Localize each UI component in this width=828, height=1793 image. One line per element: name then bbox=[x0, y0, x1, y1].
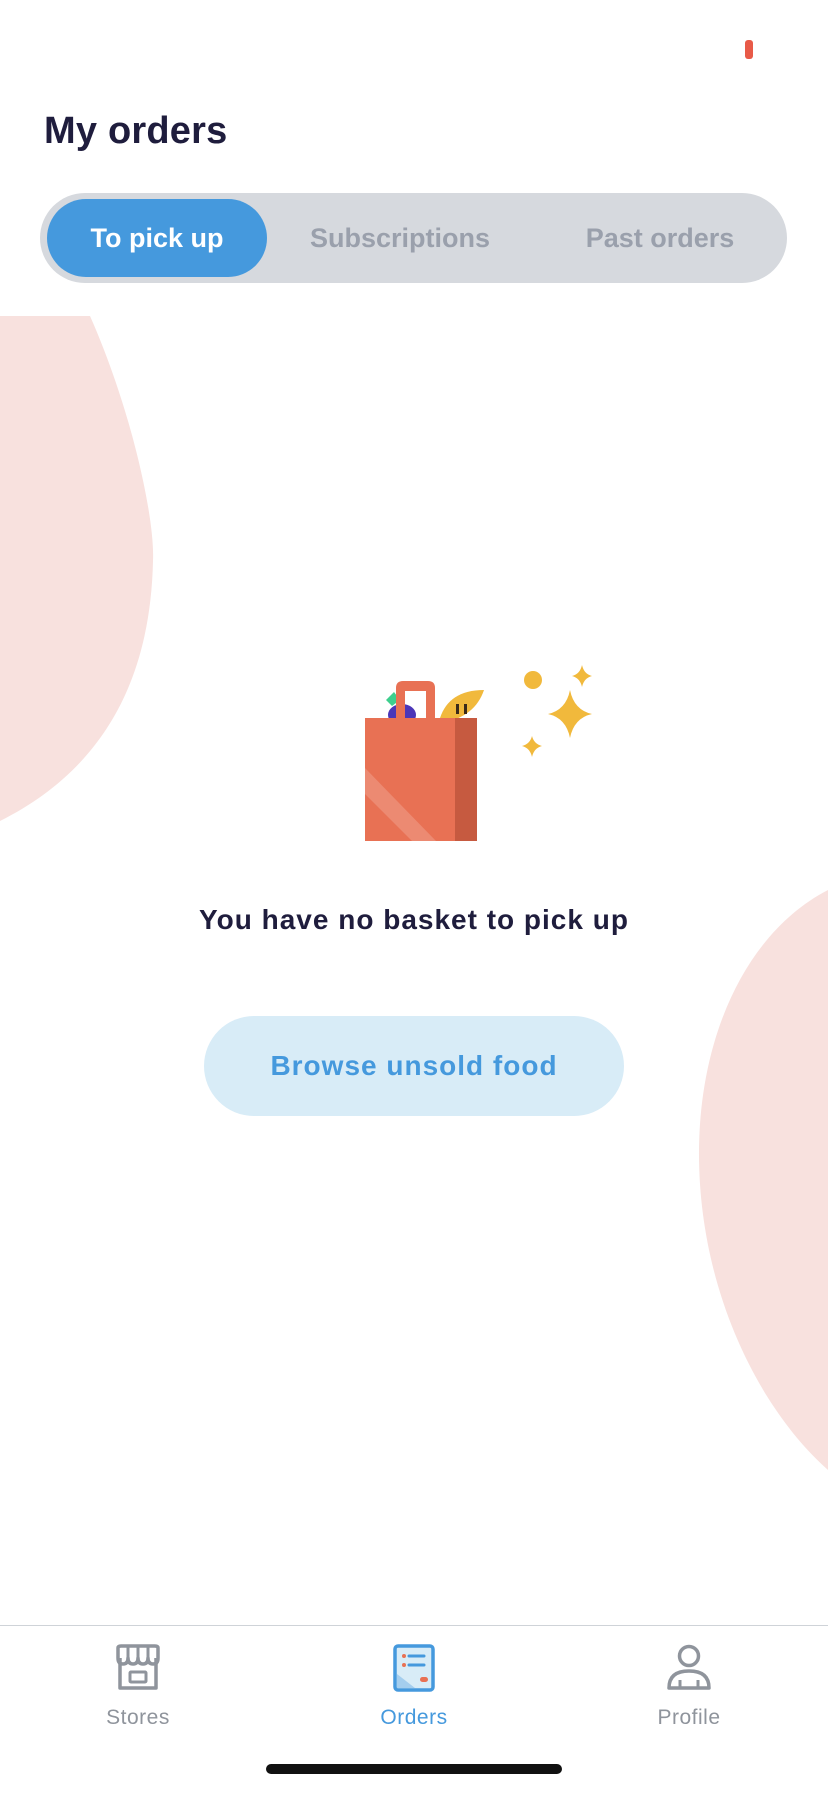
person-icon bbox=[667, 1644, 711, 1690]
storefront-icon bbox=[116, 1644, 160, 1690]
nav-item-profile[interactable]: Profile bbox=[609, 1644, 769, 1754]
tab-subscriptions[interactable]: Subscriptions bbox=[290, 199, 510, 277]
nav-item-orders[interactable]: Orders bbox=[334, 1644, 494, 1754]
nav-label-stores: Stores bbox=[106, 1706, 170, 1729]
orders-tab-bar: To pick up Subscriptions Past orders bbox=[40, 193, 787, 283]
empty-state-message: You have no basket to pick up bbox=[199, 904, 629, 935]
nav-item-stores[interactable]: Stores bbox=[58, 1644, 218, 1754]
nav-label-orders: Orders bbox=[380, 1706, 448, 1729]
tab-past-orders[interactable]: Past orders bbox=[550, 199, 770, 277]
nav-label-profile: Profile bbox=[657, 1706, 721, 1729]
tab-to-pick-up[interactable]: To pick up bbox=[47, 199, 267, 277]
shopping-bag-illustration bbox=[365, 665, 592, 841]
receipt-icon bbox=[393, 1644, 435, 1692]
status-indicator bbox=[745, 40, 753, 59]
home-indicator bbox=[266, 1764, 562, 1774]
browse-unsold-food-button[interactable]: Browse unsold food bbox=[204, 1016, 624, 1116]
decorative-blob-right bbox=[698, 890, 828, 1470]
page-title: My orders bbox=[44, 110, 228, 152]
decorative-blob-left bbox=[0, 316, 154, 821]
